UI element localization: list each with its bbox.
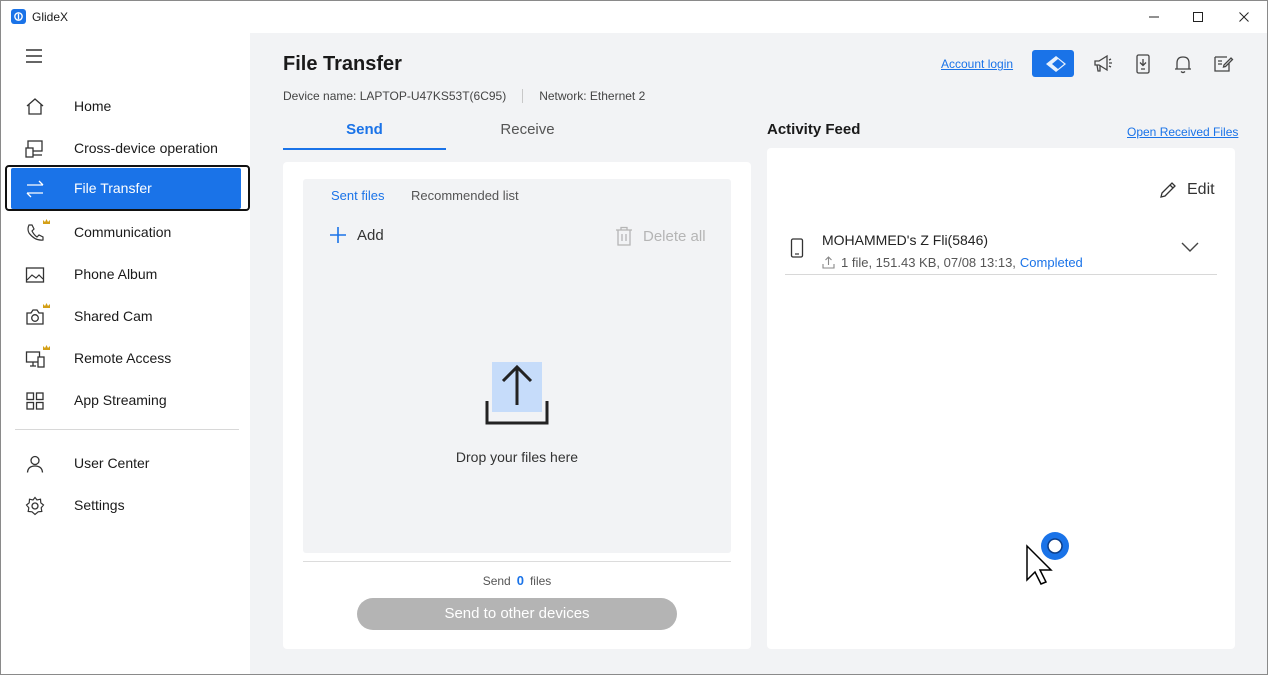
file-drop-zone[interactable]: Sent files Recommended list Add Delete a… — [303, 179, 731, 553]
add-label: Add — [357, 226, 384, 244]
maximize-button[interactable] — [1175, 1, 1221, 33]
sidebar-item-phone-album[interactable]: Phone Album — [5, 253, 250, 297]
add-files-button[interactable]: Add — [329, 226, 384, 244]
sidebar-item-label: User Center — [74, 455, 150, 471]
send-file-count: Send 0 files — [283, 573, 751, 588]
activity-feed-panel: Edit MOHAMMED's Z Fli(5846) 1 file, 151.… — [767, 148, 1235, 649]
announcement-icon[interactable] — [1092, 53, 1114, 75]
send-panel: Sent files Recommended list Add Delete a… — [283, 162, 751, 649]
edit-button[interactable]: Edit — [1159, 181, 1215, 199]
pencil-icon — [1160, 182, 1176, 198]
sidebar-item-file-transfer[interactable]: File Transfer — [5, 165, 250, 211]
sidebar-item-label: Home — [74, 98, 112, 114]
edit-label: Edit — [1187, 181, 1215, 198]
network-info: Network: Ethernet 2 — [539, 89, 646, 103]
sidebar-divider — [15, 429, 239, 430]
hamburger-menu-icon[interactable] — [25, 48, 43, 64]
phone-icon — [790, 238, 804, 258]
send-count-suffix: files — [529, 574, 552, 588]
drop-files-text: Drop your files here — [455, 449, 579, 465]
sidebar-item-app-streaming[interactable]: App Streaming — [5, 379, 250, 423]
user-icon — [26, 455, 44, 473]
upload-icon — [485, 362, 549, 425]
sidebar-item-shared-cam[interactable]: Shared Cam — [5, 295, 250, 339]
glidex-window: GlideX Home Cross-device operation File … — [0, 0, 1268, 675]
mouse-cursor-icon — [1026, 532, 1069, 585]
feed-transfer-detail: 1 file, 151.43 KB, 07/08 13:13, Complete… — [822, 255, 1083, 270]
tab-recommended-list[interactable]: Recommended list — [411, 188, 519, 203]
premium-crown-icon — [43, 303, 50, 308]
upload-small-icon — [822, 256, 835, 269]
apps-grid-icon — [26, 392, 44, 410]
delete-all-button[interactable]: Delete all — [615, 226, 706, 246]
photo-icon — [25, 267, 45, 283]
sidebar-item-label: Settings — [74, 497, 125, 513]
close-button[interactable] — [1221, 1, 1267, 33]
sidebar-item-settings[interactable]: Settings — [5, 484, 250, 528]
remote-access-icon — [25, 351, 45, 368]
file-transfer-icon — [26, 180, 44, 198]
feed-detail-text: 1 file, 151.43 KB, 07/08 13:13, — [841, 255, 1016, 270]
cross-device-icon — [25, 140, 43, 158]
phone-call-icon — [27, 224, 44, 241]
minimize-button[interactable] — [1131, 1, 1177, 33]
camera-icon — [26, 309, 44, 325]
window-title: GlideX — [32, 10, 69, 24]
sidebar-item-communication[interactable]: Communication — [5, 211, 250, 255]
main-content: File Transfer Device name: LAPTOP-U47KS5… — [250, 33, 1267, 674]
sidebar-item-remote-access[interactable]: Remote Access — [5, 337, 250, 381]
feed-device-name: MOHAMMED's Z Fli(5846) — [822, 232, 989, 248]
send-panel-divider — [303, 561, 731, 562]
tab-receive[interactable]: Receive — [446, 121, 609, 138]
feedback-edit-icon[interactable] — [1212, 53, 1234, 75]
transfer-tabs: Send Receive — [283, 121, 609, 151]
title-bar: GlideX — [1, 1, 1267, 33]
sidebar-item-label: Cross-device operation — [74, 140, 218, 156]
page-title: File Transfer — [283, 53, 402, 75]
home-icon — [26, 98, 44, 115]
sidebar-item-user-center[interactable]: User Center — [5, 442, 250, 486]
send-to-other-devices-button[interactable]: Send to other devices — [357, 598, 677, 630]
trash-icon — [616, 226, 632, 246]
chevron-down-icon[interactable] — [1181, 241, 1199, 253]
vip-banner-icon[interactable] — [1032, 50, 1074, 77]
download-device-icon[interactable] — [1132, 53, 1154, 75]
sidebar-item-label: Remote Access — [74, 350, 172, 366]
sidebar-item-label: App Streaming — [74, 392, 167, 408]
sidebar-item-label: Shared Cam — [74, 308, 153, 324]
activity-feed-title: Activity Feed — [767, 121, 861, 138]
account-login-link[interactable]: Account login — [941, 57, 1013, 71]
plus-icon — [330, 227, 346, 243]
activity-feed-item[interactable]: MOHAMMED's Z Fli(5846) 1 file, 151.43 KB… — [785, 226, 1217, 275]
device-info-separator — [522, 89, 524, 103]
sidebar-item-label: File Transfer — [74, 180, 152, 196]
send-count-prefix: Send — [482, 574, 511, 588]
tab-sent-files[interactable]: Sent files — [331, 188, 384, 203]
sidebar-item-label: Phone Album — [74, 266, 158, 282]
glidex-logo-icon — [11, 9, 26, 24]
device-info: Device name: LAPTOP-U47KS53T(6C95) Netwo… — [283, 89, 645, 103]
active-tab-indicator — [283, 148, 446, 150]
delete-all-label: Delete all — [643, 227, 706, 245]
sidebar-item-home[interactable]: Home — [5, 85, 250, 129]
device-name: Device name: LAPTOP-U47KS53T(6C95) — [283, 89, 507, 103]
sidebar-item-label: Communication — [74, 224, 172, 240]
feed-status: Completed — [1019, 255, 1083, 270]
gear-icon — [25, 496, 45, 516]
notification-bell-icon[interactable] — [1172, 53, 1194, 75]
open-received-files-link[interactable]: Open Received Files — [1127, 125, 1238, 139]
tab-send[interactable]: Send — [283, 121, 446, 138]
file-count-value: 0 — [516, 573, 524, 588]
premium-crown-icon — [43, 219, 50, 224]
premium-crown-icon — [43, 345, 50, 350]
sidebar: Home Cross-device operation File Transfe… — [1, 33, 250, 674]
